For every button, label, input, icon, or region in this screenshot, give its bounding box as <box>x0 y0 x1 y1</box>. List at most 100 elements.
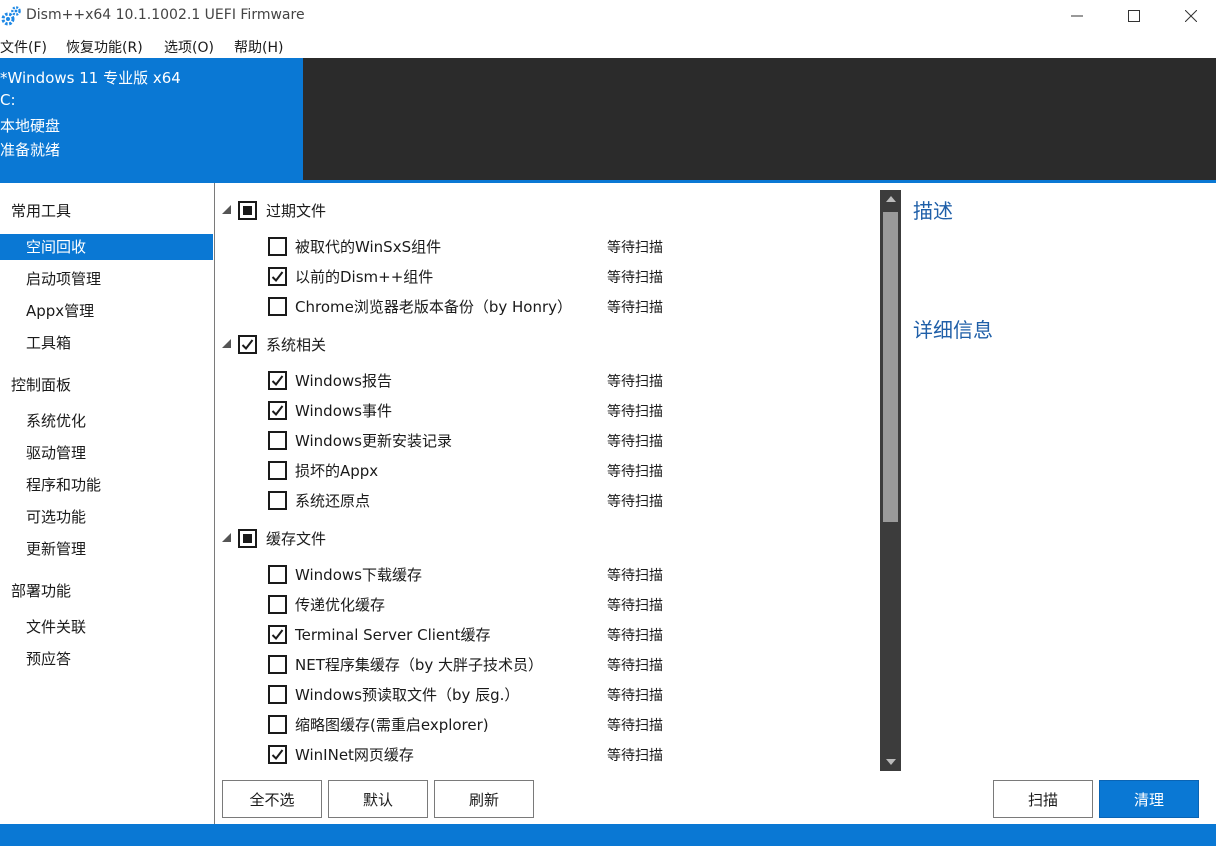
refresh-button[interactable]: 刷新 <box>434 780 534 818</box>
item-status: 等待扫描 <box>607 688 663 704</box>
scroll-down-arrow-icon[interactable] <box>886 759 896 765</box>
list-item[interactable]: Windows下载缓存 等待扫描 <box>216 559 876 589</box>
minimize-icon <box>1071 15 1083 17</box>
item-checkbox[interactable] <box>268 745 287 764</box>
item-checkbox[interactable] <box>268 685 287 704</box>
item-checkbox[interactable] <box>268 297 287 316</box>
list-item[interactable]: Windows报告 等待扫描 <box>216 365 876 395</box>
menu-help[interactable]: 帮助(H) <box>234 37 283 57</box>
item-label: Windows报告 <box>295 372 392 390</box>
item-checkbox[interactable] <box>268 491 287 510</box>
item-checkbox[interactable] <box>268 625 287 644</box>
sidebar-item-system-optimize[interactable]: 系统优化 <box>0 408 213 434</box>
group-checkbox[interactable] <box>238 529 257 548</box>
checkmark-icon <box>271 405 284 417</box>
item-label: 被取代的WinSxS组件 <box>295 238 442 256</box>
item-status: 等待扫描 <box>607 628 663 644</box>
system-info-panel[interactable]: *Windows 11 专业版 x64 C: 本地硬盘 准备就绪 <box>0 58 303 180</box>
group-checkbox[interactable] <box>238 335 257 354</box>
scroll-up-arrow-icon[interactable] <box>886 196 896 202</box>
disk-type: 本地硬盘 <box>0 117 61 135</box>
checkmark-icon <box>271 629 284 641</box>
sidebar-item-drivers[interactable]: 驱动管理 <box>0 440 213 466</box>
list-item[interactable]: Chrome浏览器老版本备份（by Honry） 等待扫描 <box>216 291 876 321</box>
expand-triangle-icon[interactable] <box>222 533 231 542</box>
checkmark-icon <box>271 749 284 761</box>
item-status: 等待扫描 <box>607 464 663 480</box>
item-checkbox[interactable] <box>268 565 287 584</box>
default-button[interactable]: 默认 <box>328 780 428 818</box>
item-label: Chrome浏览器老版本备份（by Honry） <box>295 298 573 316</box>
cleanup-tree: 过期文件 被取代的WinSxS组件 等待扫描 以前的Dism++组件 等待扫描 … <box>216 183 1216 824</box>
item-label: 系统还原点 <box>295 492 371 510</box>
group-checkbox[interactable] <box>238 201 257 220</box>
checkmark-icon <box>241 339 254 351</box>
group-row[interactable]: 过期文件 <box>216 195 816 225</box>
sidebar-item-appx[interactable]: Appx管理 <box>0 298 213 324</box>
sidebar-item-startup[interactable]: 启动项管理 <box>0 266 213 292</box>
system-status: 准备就绪 <box>0 141 61 159</box>
item-checkbox[interactable] <box>268 237 287 256</box>
group-row[interactable]: 系统相关 <box>216 329 816 359</box>
sidebar-item-toolbox[interactable]: 工具箱 <box>0 330 213 356</box>
item-label: Windows更新安装记录 <box>295 432 452 450</box>
menu-file[interactable]: 文件(F) <box>0 37 47 57</box>
sidebar-item-updates[interactable]: 更新管理 <box>0 536 213 562</box>
item-checkbox[interactable] <box>268 431 287 450</box>
menu-options[interactable]: 选项(O) <box>164 37 214 57</box>
list-item[interactable]: 损坏的Appx 等待扫描 <box>216 455 876 485</box>
scan-button[interactable]: 扫描 <box>993 780 1093 818</box>
list-item[interactable]: Windows更新安装记录 等待扫描 <box>216 425 876 455</box>
item-status: 等待扫描 <box>607 494 663 510</box>
item-status: 等待扫描 <box>607 374 663 390</box>
group-label: 系统相关 <box>266 336 327 354</box>
maximize-button[interactable] <box>1103 0 1165 32</box>
item-label: 损坏的Appx <box>295 462 379 480</box>
sidebar-item-unattend[interactable]: 预应答 <box>0 646 213 672</box>
list-item[interactable]: Windows事件 等待扫描 <box>216 395 876 425</box>
item-status: 等待扫描 <box>607 300 663 316</box>
sidebar-item-space-cleanup[interactable]: 空间回收 <box>0 234 213 260</box>
list-item[interactable]: Windows预读取文件（by 辰g.） 等待扫描 <box>216 679 876 709</box>
item-checkbox[interactable] <box>268 371 287 390</box>
list-item[interactable]: 系统还原点 等待扫描 <box>216 485 876 515</box>
sidebar-header-control-panel: 控制面板 <box>11 376 72 394</box>
item-checkbox[interactable] <box>268 401 287 420</box>
list-item[interactable]: WinINet网页缓存 等待扫描 <box>216 739 876 769</box>
close-button[interactable] <box>1160 0 1216 32</box>
group-label: 过期文件 <box>266 202 327 220</box>
expand-triangle-icon[interactable] <box>222 205 231 214</box>
item-label: Terminal Server Client缓存 <box>295 626 491 644</box>
list-item[interactable]: 缩略图缓存(需重启explorer) 等待扫描 <box>216 709 876 739</box>
list-item[interactable]: 被取代的WinSxS组件 等待扫描 <box>216 231 876 261</box>
item-label: Windows预读取文件（by 辰g.） <box>295 686 520 704</box>
sidebar-item-file-assoc[interactable]: 文件关联 <box>0 614 213 640</box>
item-checkbox[interactable] <box>268 655 287 674</box>
item-checkbox[interactable] <box>268 267 287 286</box>
sidebar-header-deployment: 部署功能 <box>11 582 72 600</box>
item-status: 等待扫描 <box>607 270 663 286</box>
checkmark-icon <box>271 271 284 283</box>
item-label: Windows事件 <box>295 402 392 420</box>
list-item[interactable]: 以前的Dism++组件 等待扫描 <box>216 261 876 291</box>
list-item[interactable]: 传递优化缓存 等待扫描 <box>216 589 876 619</box>
list-item[interactable]: Terminal Server Client缓存 等待扫描 <box>216 619 876 649</box>
clean-button[interactable]: 清理 <box>1099 780 1199 818</box>
item-label: WinINet网页缓存 <box>295 746 414 764</box>
item-status: 等待扫描 <box>607 568 663 584</box>
expand-triangle-icon[interactable] <box>222 339 231 348</box>
item-status: 等待扫描 <box>607 748 663 764</box>
menu-restore[interactable]: 恢复功能(R) <box>66 37 143 57</box>
item-checkbox[interactable] <box>268 461 287 480</box>
sidebar-item-programs[interactable]: 程序和功能 <box>0 472 213 498</box>
item-checkbox[interactable] <box>268 595 287 614</box>
vertical-scrollbar[interactable] <box>880 190 901 771</box>
sidebar-header-common-tools: 常用工具 <box>11 202 72 220</box>
select-none-button[interactable]: 全不选 <box>222 780 322 818</box>
item-checkbox[interactable] <box>268 715 287 734</box>
sidebar-item-optional-features[interactable]: 可选功能 <box>0 504 213 530</box>
group-row[interactable]: 缓存文件 <box>216 523 816 553</box>
minimize-button[interactable] <box>1046 0 1108 32</box>
list-item[interactable]: NET程序集缓存（by 大胖子技术员） 等待扫描 <box>216 649 876 679</box>
scroll-thumb[interactable] <box>883 212 898 522</box>
